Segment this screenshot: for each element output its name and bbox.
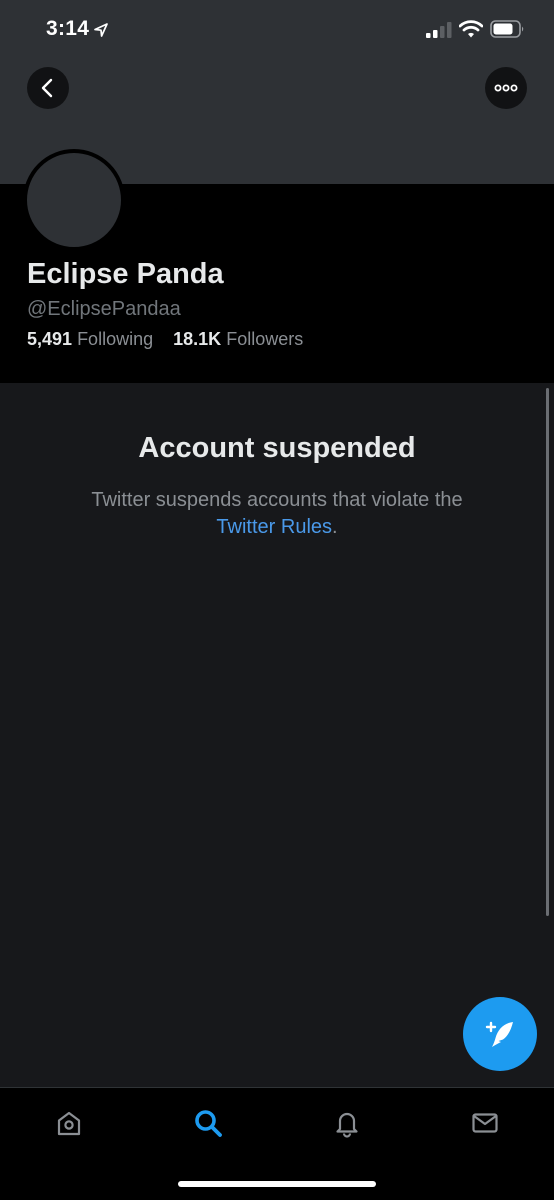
display-name: Eclipse Panda xyxy=(27,258,224,290)
following-link[interactable]: 5,491 Following xyxy=(27,329,158,349)
followers-link[interactable]: 18.1K Followers xyxy=(173,329,303,349)
suspension-text: Twitter suspends accounts that violate t… xyxy=(91,489,463,511)
avatar[interactable] xyxy=(23,149,125,251)
follow-stats: 5,491 Following 18.1K Followers xyxy=(27,329,303,350)
search-icon xyxy=(195,1110,222,1137)
status-time: 3:14 xyxy=(46,17,90,40)
cellular-signal-icon xyxy=(426,22,452,38)
compose-tweet-button[interactable] xyxy=(463,997,537,1071)
followers-label: Followers xyxy=(226,329,304,349)
compose-feather-icon xyxy=(485,1021,513,1047)
following-count: 5,491 xyxy=(27,329,73,349)
tab-notifications[interactable] xyxy=(327,1103,367,1143)
tab-messages[interactable] xyxy=(465,1103,505,1143)
bell-icon xyxy=(336,1112,358,1138)
twitter-rules-link[interactable]: Twitter Rules xyxy=(216,516,332,538)
scrollbar[interactable] xyxy=(546,388,549,916)
following-label: Following xyxy=(77,329,154,349)
followers-count: 18.1K xyxy=(173,329,222,349)
more-horizontal-icon xyxy=(494,84,518,92)
suspension-message: Twitter suspends accounts that violate t… xyxy=(0,487,554,541)
home-icon xyxy=(57,1111,81,1136)
tab-search[interactable] xyxy=(188,1103,228,1143)
user-handle: @EclipsePandaa xyxy=(27,298,181,320)
chevron-left-icon xyxy=(41,78,53,98)
wifi-icon xyxy=(459,20,483,38)
battery-icon xyxy=(490,20,524,38)
more-options-button[interactable] xyxy=(485,67,527,109)
suspension-trailing: . xyxy=(332,516,338,538)
mail-icon xyxy=(472,1113,498,1133)
back-button[interactable] xyxy=(27,67,69,109)
suspension-title: Account suspended xyxy=(138,432,416,464)
location-arrow-icon xyxy=(94,23,108,37)
status-bar: 3:14 xyxy=(0,0,554,62)
home-indicator[interactable] xyxy=(178,1181,376,1187)
tab-home[interactable] xyxy=(49,1103,89,1143)
